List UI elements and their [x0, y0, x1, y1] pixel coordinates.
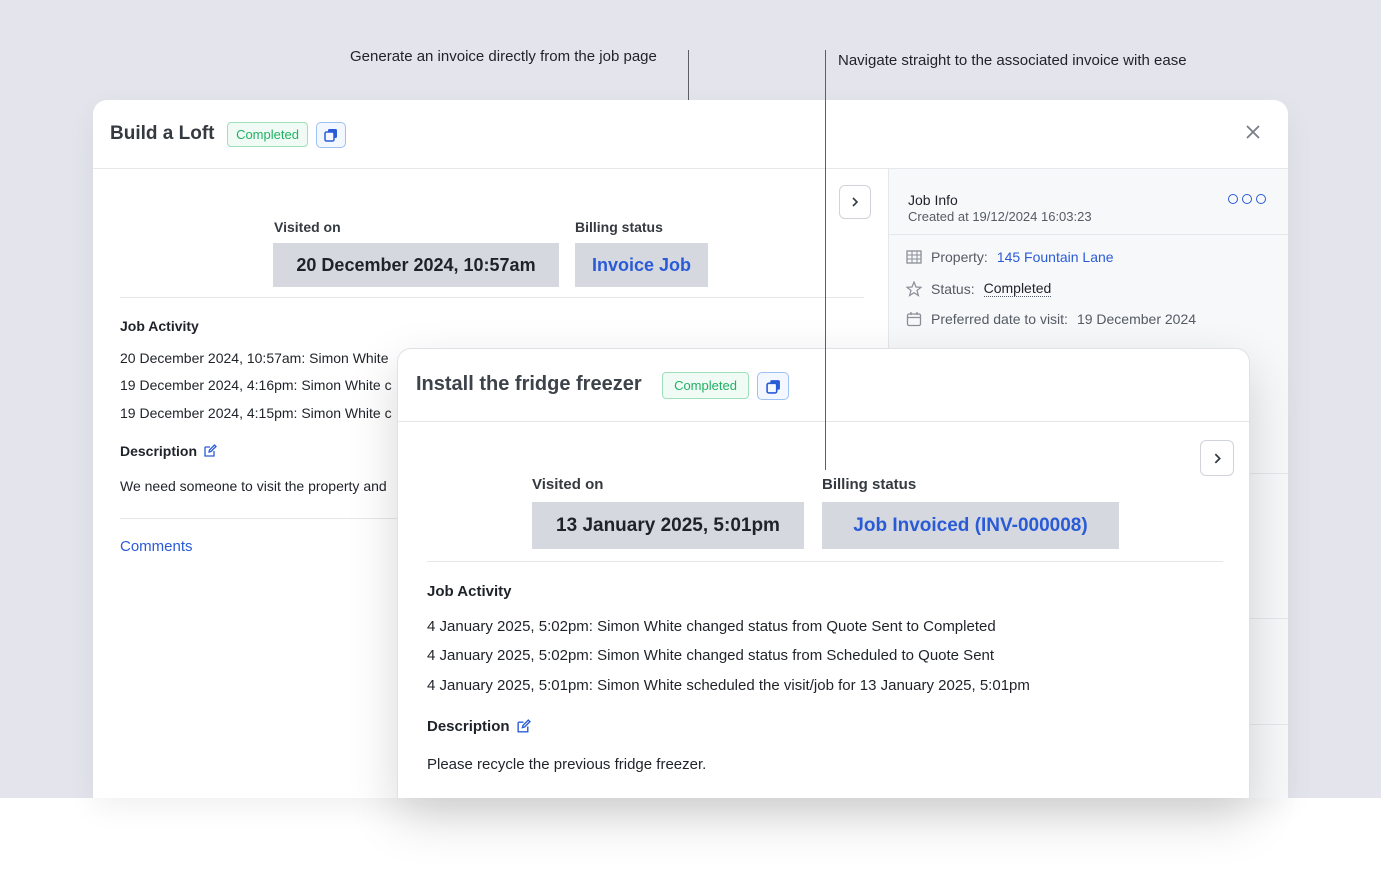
activity-from-status: Scheduled [826, 647, 898, 664]
activity-date: 19 December 2024, 4:16pm: [120, 377, 298, 393]
more-options-icon[interactable] [1228, 194, 1266, 204]
billing-status-label: Billing status [575, 219, 663, 235]
job-modal-install-fridge-freezer: Install the fridge freezer Completed Vis… [397, 348, 1250, 798]
comments-link[interactable]: Comments [120, 538, 193, 555]
activity-text: Simon White scheduled the visit/job for [592, 677, 860, 694]
activity-item: 19 December 2024, 4:15pm: Simon White c [120, 405, 392, 421]
activity-text: Simon White c [297, 405, 392, 421]
edit-icon[interactable] [516, 719, 531, 734]
activity-scheduled-date: 13 January 2025, 5:01pm [859, 677, 1030, 694]
description-title: Description [427, 718, 531, 735]
activity-date: 4 January 2025, 5:02pm: [427, 618, 593, 635]
modal-header: Install the fridge freezer Completed [398, 349, 1249, 422]
chevron-right-icon [1214, 453, 1221, 463]
activity-text: to [902, 618, 924, 635]
invoice-job-button[interactable]: Invoice Job [575, 243, 708, 287]
activity-item: 20 December 2024, 10:57am: Simon White [120, 350, 388, 366]
activity-item: 4 January 2025, 5:02pm: Simon White chan… [427, 618, 996, 635]
activity-item: 19 December 2024, 4:16pm: Simon White c [120, 377, 392, 393]
callout-generate-invoice: Generate an invoice directly from the jo… [350, 48, 657, 65]
activity-item: 4 January 2025, 5:01pm: Simon White sche… [427, 677, 1030, 694]
job-info-header: Job Info Created at 19/12/2024 16:03:23 [889, 169, 1288, 235]
activity-from-status: Quote Sent [826, 618, 903, 635]
job-info-title: Job Info [908, 192, 958, 208]
status-row: Status: Completed [906, 280, 1052, 297]
activity-to-status: Completed [923, 618, 996, 635]
description-text: We need someone to visit the property an… [120, 478, 387, 494]
activity-text: Simon White changed status from [592, 647, 827, 664]
description-text: Please recycle the previous fridge freez… [427, 756, 707, 773]
calendar-icon [906, 312, 922, 327]
property-label: Property: [931, 249, 988, 265]
chevron-right-icon [852, 197, 859, 207]
close-icon[interactable] [1242, 121, 1264, 143]
toggle-panel-button[interactable] [1200, 440, 1234, 476]
modal-title: Install the fridge freezer [416, 373, 642, 395]
property-row: Property: 145 Fountain Lane [906, 249, 1114, 265]
billing-status-label: Billing status [822, 476, 917, 493]
visited-on-label: Visited on [532, 476, 604, 493]
description-label: Description [427, 718, 510, 735]
status-badge: Completed [662, 372, 749, 399]
activity-text: Simon White c [297, 377, 392, 393]
job-created-at: Created at 19/12/2024 16:03:23 [908, 209, 1092, 224]
job-invoiced-link[interactable]: Job Invoiced (INV-000008) [822, 502, 1119, 549]
activity-date: 4 January 2025, 5:02pm: [427, 647, 593, 664]
divider [427, 561, 1223, 562]
activity-item: 4 January 2025, 5:02pm: Simon White chan… [427, 647, 994, 664]
activity-date: 20 December 2024, 10:57am: [120, 350, 306, 366]
visited-on-value: 20 December 2024, 10:57am [273, 243, 559, 287]
status-label: Status: [931, 280, 975, 297]
status-badge: Completed [227, 122, 308, 147]
activity-text: to [897, 647, 919, 664]
visited-on-value: 13 January 2025, 5:01pm [532, 502, 804, 549]
copy-icon [765, 379, 780, 394]
edit-icon[interactable] [203, 444, 217, 458]
building-icon [906, 250, 922, 264]
open-in-new-button[interactable] [757, 372, 789, 400]
preferred-date-label: Preferred date to visit: [931, 311, 1068, 327]
callout-right-line [825, 50, 826, 470]
activity-date: 4 January 2025, 5:01pm: [427, 677, 593, 694]
preferred-date-row: Preferred date to visit: 19 December 202… [906, 311, 1196, 327]
open-in-new-button[interactable] [316, 122, 346, 148]
status-value[interactable]: Completed [983, 280, 1052, 297]
star-icon [906, 280, 922, 297]
callout-navigate-invoice: Navigate straight to the associated invo… [838, 52, 1187, 69]
preferred-date-value: 19 December 2024 [1076, 311, 1197, 327]
activity-text: Simon White [305, 350, 389, 366]
activity-text: Simon White changed status from [592, 618, 827, 635]
activity-to-status: Quote Sent [918, 647, 995, 664]
description-label: Description [120, 443, 198, 459]
divider [120, 297, 864, 298]
copy-icon [324, 129, 337, 142]
visited-on-label: Visited on [274, 219, 341, 235]
modal-header: Build a Loft Completed [93, 100, 1288, 169]
toggle-panel-button[interactable] [839, 185, 871, 219]
property-link[interactable]: 145 Fountain Lane [997, 249, 1114, 265]
modal-title: Build a Loft [110, 123, 215, 144]
job-activity-title: Job Activity [120, 318, 199, 334]
job-activity-title: Job Activity [427, 583, 512, 600]
description-title: Description [120, 443, 217, 459]
activity-date: 19 December 2024, 4:15pm: [120, 405, 298, 421]
